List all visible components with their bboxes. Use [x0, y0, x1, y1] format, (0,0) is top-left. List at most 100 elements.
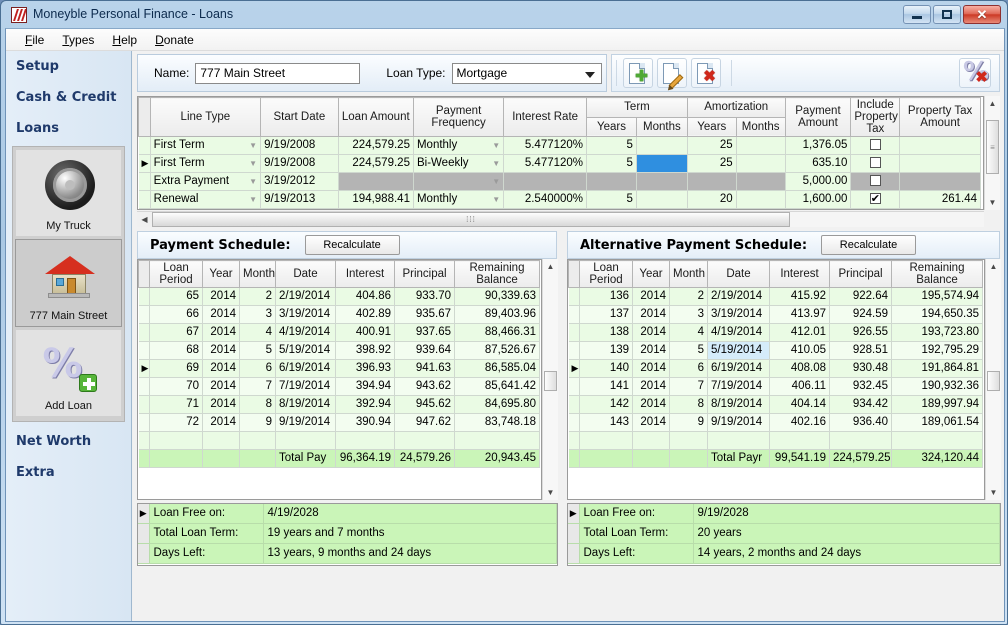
cell-date[interactable]: 4/19/2014 — [708, 324, 770, 342]
sidebar-item-loans[interactable]: Loans — [6, 113, 131, 144]
cell-amort-months[interactable] — [736, 191, 785, 209]
col-month[interactable]: Month — [670, 261, 708, 288]
cell-principal[interactable]: 934.42 — [830, 396, 892, 414]
cell-principal[interactable]: 924.59 — [830, 306, 892, 324]
cell-loan-period[interactable]: 71 — [150, 396, 203, 414]
cell-term-years[interactable]: 5 — [587, 191, 637, 209]
row-selector[interactable] — [569, 324, 580, 342]
scroll-thumb[interactable] — [987, 371, 1000, 391]
col-year[interactable]: Year — [633, 261, 670, 288]
close-button[interactable]: ✕ — [963, 5, 1001, 24]
cell-remaining-balance[interactable]: 88,466.31 — [455, 324, 540, 342]
cell-principal[interactable]: 935.67 — [395, 306, 455, 324]
table-row[interactable]: 70201477/19/2014394.94943.6285,641.42 — [139, 378, 540, 396]
menu-item-file[interactable]: File — [16, 31, 53, 49]
cell-loan-period[interactable]: 72 — [150, 414, 203, 432]
scroll-thumb[interactable] — [544, 371, 557, 391]
cell-month[interactable]: 8 — [240, 396, 276, 414]
cell-amort-months[interactable] — [736, 155, 785, 173]
scroll-thumb[interactable]: ⁞⁞⁞ — [152, 212, 790, 227]
cell-include-property-tax[interactable] — [851, 173, 900, 191]
chevron-down-icon[interactable]: ▼ — [492, 155, 500, 172]
table-row[interactable]: 139201455/19/2014410.05928.51192,795.29 — [569, 342, 983, 360]
col-payment-frequency[interactable]: Payment Frequency — [413, 98, 503, 137]
cell-loan-period[interactable]: 141 — [580, 378, 633, 396]
col-principal[interactable]: Principal — [395, 261, 455, 288]
cell-line-type[interactable]: Extra Payment▼ — [150, 173, 260, 191]
cell-principal[interactable]: 937.65 — [395, 324, 455, 342]
row-selector[interactable] — [139, 288, 150, 306]
col-amortization[interactable]: Amortization — [687, 98, 785, 118]
cell-amort-months[interactable] — [736, 137, 785, 155]
checkbox[interactable] — [870, 157, 881, 168]
row-selector[interactable] — [138, 544, 149, 564]
checkbox[interactable] — [870, 193, 881, 204]
cell-month[interactable]: 2 — [240, 288, 276, 306]
cell-month[interactable]: 3 — [240, 306, 276, 324]
cell-loan-amount[interactable] — [338, 173, 413, 191]
sidebar-item-extra[interactable]: Extra — [6, 457, 131, 488]
cell-month[interactable]: 5 — [240, 342, 276, 360]
cell-principal[interactable]: 926.55 — [830, 324, 892, 342]
sidebar-item-net-worth[interactable]: Net Worth — [6, 422, 131, 457]
cell-interest[interactable]: 413.97 — [770, 306, 830, 324]
chevron-down-icon[interactable]: ▼ — [492, 137, 500, 154]
cell-interest[interactable]: 396.93 — [336, 360, 395, 378]
table-row[interactable]: 142201488/19/2014404.14934.42189,997.94 — [569, 396, 983, 414]
table-row[interactable]: 65201422/19/2014404.86933.7090,339.63 — [139, 288, 540, 306]
cell-loan-period[interactable]: 69 — [150, 360, 203, 378]
cell-interest-rate[interactable]: 2.540000% — [504, 191, 587, 209]
cell-date[interactable]: 6/19/2014 — [276, 360, 336, 378]
scroll-left-icon[interactable]: ◀ — [137, 212, 152, 227]
cell-property-tax[interactable]: 261.44 — [900, 191, 981, 209]
scroll-thumb[interactable]: ≡ — [986, 120, 999, 174]
cell-date[interactable]: 9/19/2014 — [276, 414, 336, 432]
col-date[interactable]: Date — [276, 261, 336, 288]
cell-payment-frequency[interactable]: Monthly▼ — [413, 137, 503, 155]
table-row[interactable]: 141201477/19/2014406.11932.45190,932.36 — [569, 378, 983, 396]
alternative-schedule-vscrollbar[interactable]: ▲ ▼ — [985, 259, 1001, 500]
cell-payment-frequency[interactable]: ▼ — [413, 173, 503, 191]
cell-include-property-tax[interactable] — [851, 137, 900, 155]
cell-principal[interactable]: 930.48 — [830, 360, 892, 378]
table-row[interactable]: 71201488/19/2014392.94945.6284,695.80 — [139, 396, 540, 414]
cell-loan-period[interactable]: 139 — [580, 342, 633, 360]
cell-principal[interactable]: 936.40 — [830, 414, 892, 432]
col-principal[interactable]: Principal — [830, 261, 892, 288]
table-row[interactable]: 137201433/19/2014413.97924.59194,650.35 — [569, 306, 983, 324]
cell-term-months[interactable] — [636, 137, 687, 155]
recalculate-button-left[interactable]: Recalculate — [305, 235, 400, 255]
menu-item-types[interactable]: Types — [53, 31, 103, 49]
cell-principal[interactable]: 933.70 — [395, 288, 455, 306]
table-row[interactable]: ▶ First Term▼ 9/19/2008 224,579.25 Bi-We… — [139, 155, 981, 173]
table-row[interactable]: 67201444/19/2014400.91937.6588,466.31 — [139, 324, 540, 342]
cell-interest[interactable]: 404.14 — [770, 396, 830, 414]
cell-payment-amount[interactable]: 635.10 — [785, 155, 851, 173]
col-amort-months[interactable]: Months — [736, 117, 785, 137]
cell-principal[interactable]: 928.51 — [830, 342, 892, 360]
cell-remaining-balance[interactable]: 194,650.35 — [892, 306, 983, 324]
scroll-up-icon[interactable]: ▲ — [986, 259, 1001, 274]
payment-schedule-grid[interactable]: Loan Period Year Month Date Interest Pri… — [137, 259, 542, 500]
cell-month[interactable]: 6 — [670, 360, 708, 378]
cell-remaining-balance[interactable]: 190,932.36 — [892, 378, 983, 396]
col-interest[interactable]: Interest — [770, 261, 830, 288]
cell-month[interactable]: 2 — [670, 288, 708, 306]
scroll-down-icon[interactable]: ▼ — [986, 485, 1001, 500]
cell-loan-period[interactable]: 68 — [150, 342, 203, 360]
cell-date[interactable]: 6/19/2014 — [708, 360, 770, 378]
cell-principal[interactable]: 932.45 — [830, 378, 892, 396]
recalculate-button-right[interactable]: Recalculate — [821, 235, 916, 255]
row-selector[interactable] — [569, 414, 580, 432]
cell-line-type[interactable]: First Term▼ — [150, 155, 260, 173]
cell-payment-amount[interactable]: 1,600.00 — [785, 191, 851, 209]
cell-term-years[interactable]: 5 — [587, 137, 637, 155]
delete-loan-button[interactable]: % ✖ — [959, 58, 991, 88]
cell-remaining-balance[interactable]: 89,403.96 — [455, 306, 540, 324]
cell-principal[interactable]: 943.62 — [395, 378, 455, 396]
sidebar-item-setup[interactable]: Setup — [6, 51, 131, 82]
chevron-down-icon[interactable]: ▼ — [492, 191, 500, 208]
checkbox[interactable] — [870, 139, 881, 150]
table-row[interactable]: Extra Payment▼ 3/19/2012 ▼ 5,000.00 — [139, 173, 981, 191]
name-input[interactable] — [195, 63, 360, 84]
